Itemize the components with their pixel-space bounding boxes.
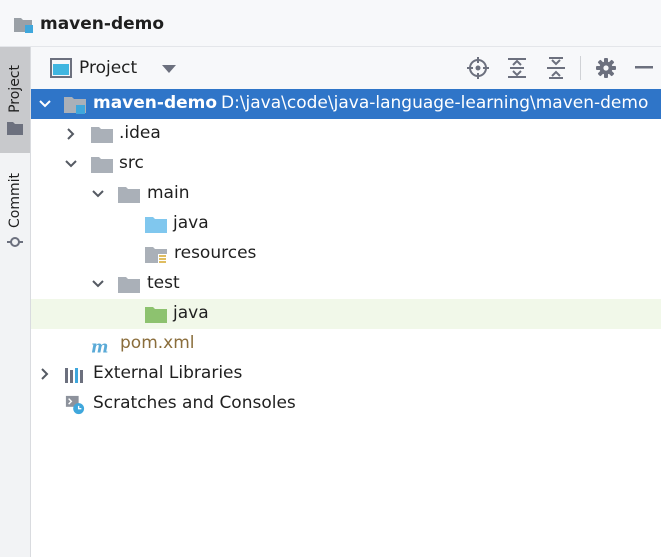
resources-folder-icon <box>145 247 167 265</box>
source-folder-icon <box>145 217 167 233</box>
test-folder-icon <box>145 307 167 323</box>
project-toolwindow-header: Project <box>31 47 661 90</box>
tree-node-main-java[interactable]: java <box>31 209 661 239</box>
chevron-down-icon[interactable] <box>162 65 176 73</box>
left-tool-strip: Project Commit <box>0 47 31 557</box>
locate-icon[interactable] <box>467 57 489 79</box>
sidebar-tab-commit-label: Commit <box>7 172 23 228</box>
chevron-right-icon[interactable] <box>64 127 78 141</box>
sidebar-tab-project-label: Project <box>7 65 23 113</box>
folder-icon <box>91 127 113 143</box>
tree-node-external-libraries[interactable]: External Libraries <box>31 359 661 389</box>
tree-node-test[interactable]: test <box>31 269 661 299</box>
tree-node-scratches[interactable]: Scratches and Consoles <box>31 389 661 419</box>
collapse-all-icon[interactable] <box>545 57 567 79</box>
module-folder-icon <box>64 97 86 114</box>
chevron-right-icon[interactable] <box>38 367 52 381</box>
tree-node-test-java[interactable]: java <box>31 299 661 329</box>
folder-icon <box>91 157 113 173</box>
scratches-icon <box>65 395 85 415</box>
tree-node-main[interactable]: main <box>31 179 661 209</box>
folder-icon <box>7 121 23 135</box>
tree-node-label: External Libraries <box>93 363 243 383</box>
tree-node-label: .idea <box>119 123 161 143</box>
root-module-name: maven-demo <box>93 93 218 113</box>
tree-node-label: main <box>147 183 190 203</box>
library-icon <box>65 368 83 383</box>
gear-icon[interactable] <box>595 57 617 79</box>
project-view-icon <box>50 58 72 78</box>
sidebar-tab-project[interactable]: Project <box>0 47 30 153</box>
tree-node-label: resources <box>174 243 257 263</box>
folder-icon <box>118 277 140 293</box>
tree-node-label: Scratches and Consoles <box>93 393 296 413</box>
header-divider <box>580 56 581 80</box>
maven-m-icon: m <box>91 338 108 357</box>
root-module-path: D:\java\code\java-language-learning\mave… <box>221 93 649 113</box>
tree-node-label: java <box>173 303 209 323</box>
folder-icon <box>118 187 140 203</box>
tree-node-idea[interactable]: .idea <box>31 119 661 149</box>
chevron-down-icon[interactable] <box>38 97 52 111</box>
window-titlebar: maven-demo <box>0 0 661 47</box>
chevron-down-icon[interactable] <box>64 157 78 171</box>
tree-node-label: java <box>173 213 209 233</box>
tree-node-pom[interactable]: m pom.xml <box>31 329 661 359</box>
commit-icon <box>7 236 23 247</box>
sidebar-tab-commit[interactable]: Commit <box>0 165 30 257</box>
tree-node-label: src <box>119 153 144 173</box>
svg-text:m: m <box>91 338 108 357</box>
tree-node-resources[interactable]: resources <box>31 239 661 269</box>
window-title: maven-demo <box>40 14 165 34</box>
tree-node-label: test <box>147 273 180 293</box>
project-folder-icon <box>14 18 33 33</box>
expand-all-icon[interactable] <box>506 57 528 79</box>
chevron-down-icon[interactable] <box>91 277 105 291</box>
minimize-icon[interactable] <box>633 57 655 79</box>
tree-node-root[interactable]: maven-demo D:\java\code\java-language-le… <box>31 89 661 119</box>
tree-node-src[interactable]: src <box>31 149 661 179</box>
chevron-down-icon[interactable] <box>91 187 105 201</box>
tree-node-label: pom.xml <box>120 333 195 353</box>
toolwindow-title[interactable]: Project <box>79 58 137 78</box>
